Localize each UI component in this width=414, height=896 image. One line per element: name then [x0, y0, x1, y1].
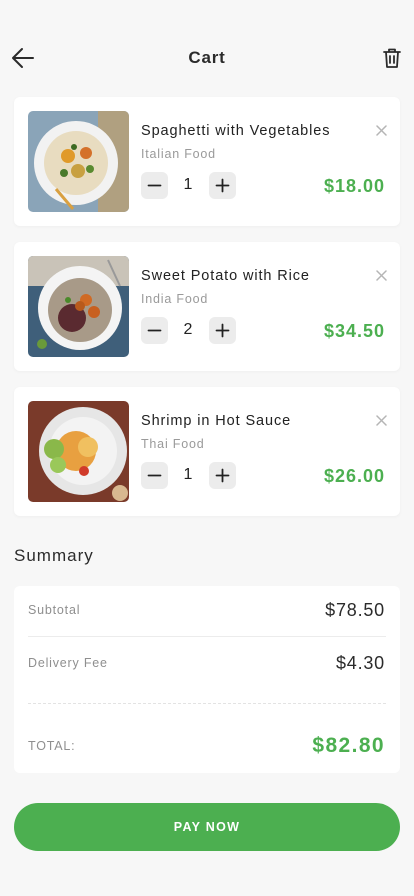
quantity-value: 2 [183, 321, 193, 338]
increase-quantity-button[interactable] [209, 172, 236, 199]
cart-item-card: Shrimp in Hot Sauce Thai Food 1 $26.00 [14, 387, 400, 516]
quantity-value: 1 [183, 176, 193, 193]
item-price: $26.00 [323, 466, 385, 486]
close-icon[interactable] [375, 269, 388, 282]
divider [28, 636, 386, 637]
minus-icon [147, 329, 162, 332]
item-name: Shrimp in Hot Sauce [141, 413, 292, 429]
delivery-fee-value: $4.30 [335, 653, 385, 673]
total-label: TOTAL: [28, 739, 76, 753]
item-category: India Food [141, 292, 209, 306]
pay-now-button[interactable]: PAY NOW [14, 803, 400, 851]
dashed-divider [28, 703, 386, 704]
item-name: Spaghetti with Vegetables [141, 123, 331, 139]
increase-quantity-button[interactable] [209, 462, 236, 489]
summary-card: Subtotal $78.50 Delivery Fee $4.30 TOTAL… [14, 586, 400, 773]
decrease-quantity-button[interactable] [141, 317, 168, 344]
decrease-quantity-button[interactable] [141, 172, 168, 199]
increase-quantity-button[interactable] [209, 317, 236, 344]
food-image-shrimp [28, 401, 129, 502]
minus-icon [147, 474, 162, 477]
cart-item-card: Sweet Potato with Rice India Food 2 $34.… [14, 242, 400, 371]
page-title: Cart [188, 48, 226, 67]
summary-heading: Summary [14, 546, 94, 565]
subtotal-label: Subtotal [28, 603, 81, 617]
plus-icon [215, 323, 230, 338]
item-category: Thai Food [141, 437, 205, 451]
close-icon[interactable] [375, 414, 388, 427]
cart-item-card: Spaghetti with Vegetables Italian Food 1… [14, 97, 400, 226]
decrease-quantity-button[interactable] [141, 462, 168, 489]
trash-icon[interactable] [380, 46, 404, 70]
subtotal-value: $78.50 [325, 600, 385, 620]
total-value: $82.80 [312, 734, 385, 757]
delivery-fee-label: Delivery Fee [28, 656, 108, 670]
item-price: $34.50 [323, 321, 385, 341]
item-name: Sweet Potato with Rice [141, 268, 310, 284]
plus-icon [215, 468, 230, 483]
food-image-sweet-potato [28, 256, 129, 357]
header: Cart [0, 38, 414, 78]
minus-icon [147, 184, 162, 187]
item-price: $18.00 [323, 176, 385, 196]
item-category: Italian Food [141, 147, 216, 161]
close-icon[interactable] [375, 124, 388, 137]
food-image-spaghetti [28, 111, 129, 212]
plus-icon [215, 178, 230, 193]
quantity-value: 1 [183, 466, 193, 483]
